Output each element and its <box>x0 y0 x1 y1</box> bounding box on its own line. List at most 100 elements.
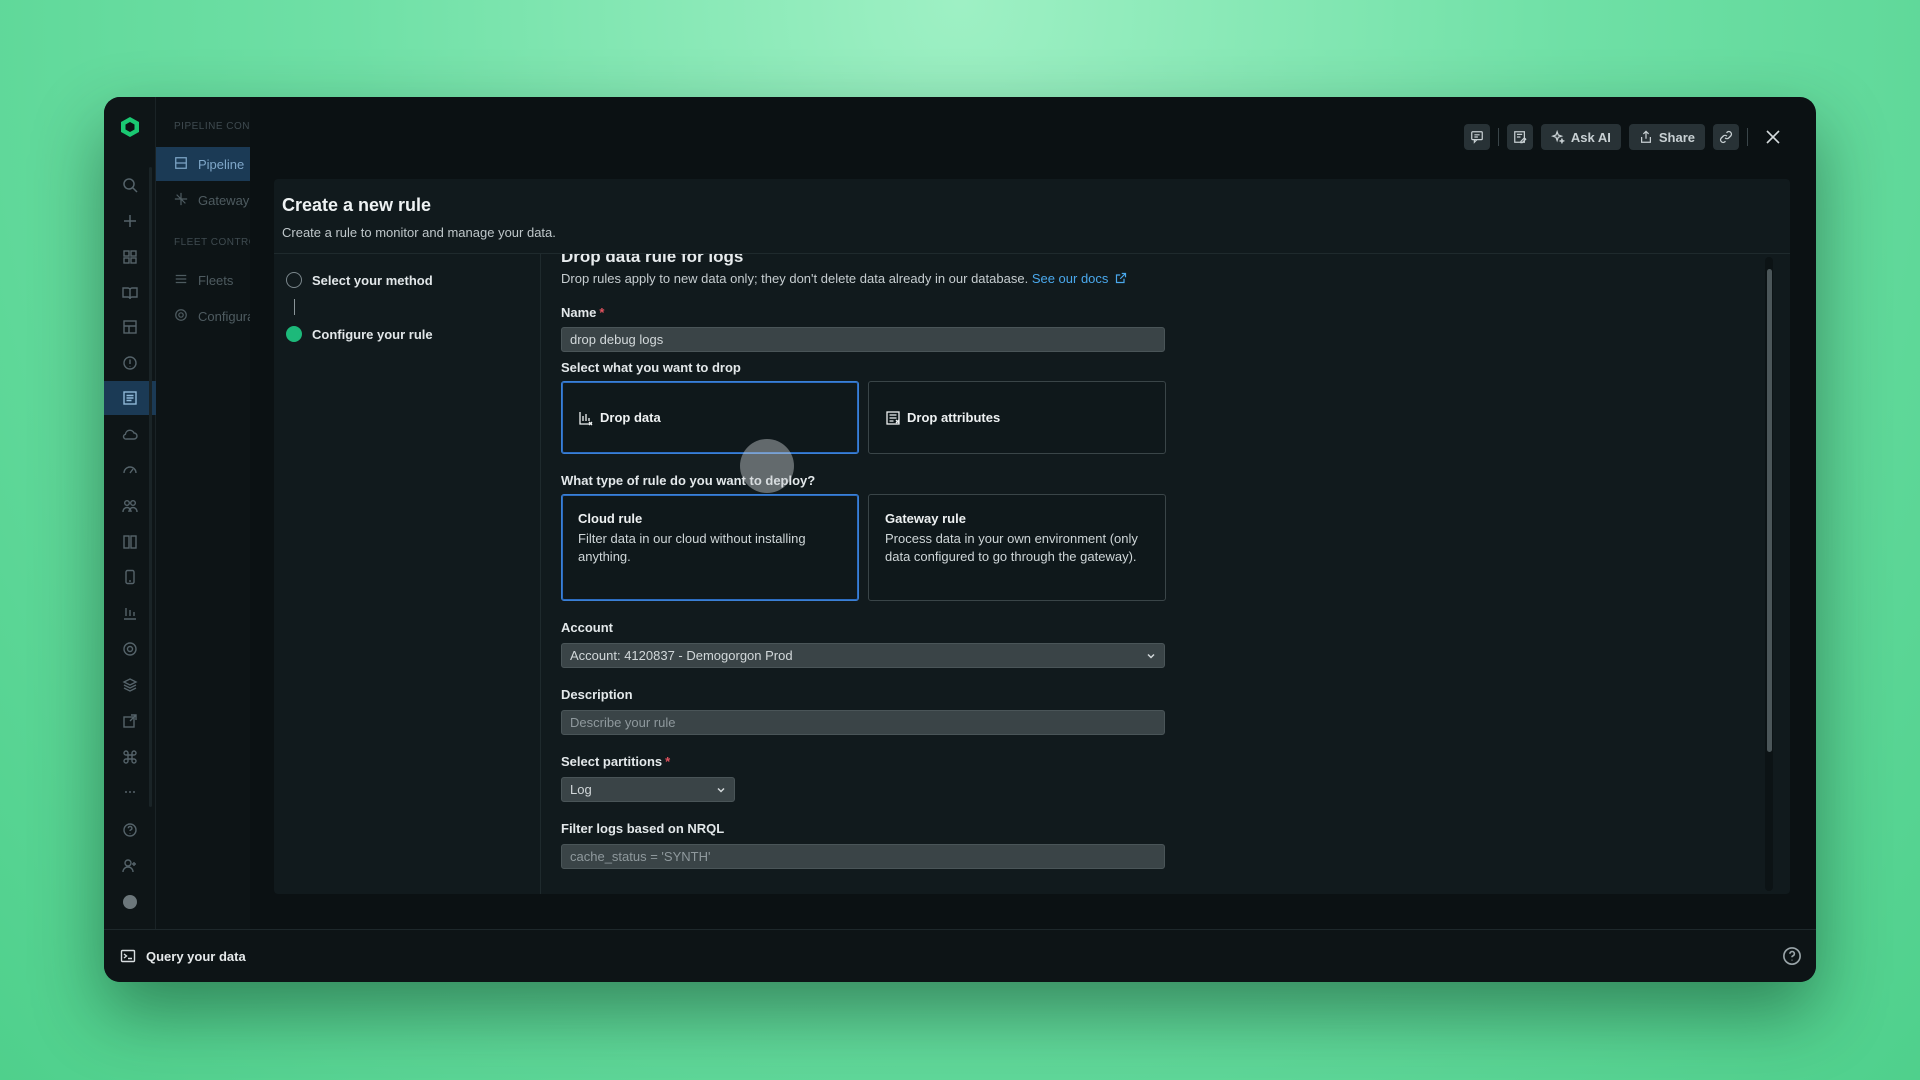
page-title: Create a new rule <box>282 195 432 215</box>
avatar-icon[interactable] <box>120 892 140 912</box>
cloud-rule-card[interactable]: Cloud rule Filter data in our cloud with… <box>561 494 859 601</box>
command-icon[interactable] <box>120 747 140 767</box>
gateway-rule-description: Process data in your own environment (on… <box>885 531 1138 564</box>
form-description-text: Drop rules apply to new data only; they … <box>561 271 1029 286</box>
ask-ai-button[interactable]: Ask AI <box>1540 124 1621 150</box>
page-subtitle: Create a rule to monitor and manage your… <box>282 225 556 240</box>
nav-item-gateway-label: Gateway <box>198 192 250 208</box>
nav-item-fleets[interactable]: Fleets <box>156 263 250 297</box>
description-label: Description <box>561 687 633 702</box>
required-marker: * <box>599 305 605 320</box>
nav-section-fleet: FLEET CONTROL <box>174 237 250 248</box>
nav-item-gateway[interactable]: Gateway <box>156 183 250 217</box>
gateway-icon <box>174 192 188 209</box>
drop-attributes-label: Drop attributes <box>907 410 1001 425</box>
help-icon[interactable] <box>1782 946 1802 966</box>
people-icon[interactable] <box>120 496 140 516</box>
ask-ai-label: Ask AI <box>1570 129 1611 145</box>
drop-attributes-icon <box>886 410 900 425</box>
add-user-icon[interactable] <box>120 856 140 876</box>
description-input[interactable]: Describe your rule <box>561 710 1165 735</box>
external-link-icon <box>1115 272 1127 284</box>
copy-link-button[interactable] <box>1713 124 1739 150</box>
terminal-icon <box>120 949 136 963</box>
step-configure-rule[interactable]: Configure your rule <box>286 326 433 342</box>
share-button[interactable]: Share <box>1628 124 1705 150</box>
account-label: Account <box>561 620 613 635</box>
nav-item-fleets-label: Fleets <box>198 272 234 288</box>
drop-options: Drop data Drop attributes <box>561 381 1171 455</box>
search-icon[interactable] <box>120 175 140 195</box>
help-icon[interactable] <box>120 820 140 840</box>
mobile-icon[interactable] <box>120 567 140 587</box>
form-scrollbar-thumb[interactable] <box>1767 269 1772 752</box>
step-pending-icon <box>286 272 302 288</box>
partitions-label-text: Select partitions <box>561 754 663 769</box>
columns-icon[interactable] <box>120 532 140 552</box>
step-configure-rule-label: Configure your rule <box>312 326 433 342</box>
create-rule-panel: Create a new rule Create a rule to monit… <box>274 179 1790 894</box>
steps-sidebar: Select your method Configure your rule <box>274 254 541 894</box>
rail-scrollbar[interactable] <box>149 167 152 807</box>
book-icon[interactable] <box>120 283 140 303</box>
toolbar-divider-2 <box>1747 128 1748 146</box>
docs-link[interactable]: See our docs <box>1032 271 1127 286</box>
link-icon <box>1719 130 1733 144</box>
rule-type-options: Cloud rule Filter data in our cloud with… <box>561 494 1171 602</box>
drop-attributes-card[interactable]: Drop attributes <box>868 381 1166 454</box>
export-icon[interactable] <box>120 711 140 731</box>
query-bar[interactable]: Query your data <box>104 929 1816 982</box>
gateway-rule-card[interactable]: Gateway rule Process data in your own en… <box>868 494 1166 601</box>
drop-data-icon <box>579 411 593 425</box>
partitions-select[interactable]: Log <box>561 777 735 802</box>
account-select-value: Account: 4120837 - Demogorgon Prod <box>570 648 793 663</box>
nav-item-config[interactable]: Configurations <box>156 299 250 333</box>
sparkle-icon <box>1550 130 1565 144</box>
nav-item-config-label: Configurations <box>198 308 250 324</box>
apps-icon[interactable] <box>120 247 140 267</box>
edit-doc-icon <box>1514 131 1527 144</box>
nav-item-pipeline[interactable]: Pipeline <box>156 147 250 181</box>
docs-link-label: See our docs <box>1031 271 1109 286</box>
icon-rail <box>104 97 156 929</box>
step-connector <box>294 299 295 315</box>
gateway-rule-title: Gateway rule <box>885 511 966 526</box>
form-heading: Drop data rule for logs <box>561 254 744 266</box>
form-scrollbar[interactable] <box>1765 257 1773 891</box>
name-label-text: Name <box>561 305 597 320</box>
partitions-select-value: Log <box>570 782 592 797</box>
name-input[interactable]: drop debug logs <box>561 327 1165 352</box>
nav-section-pipeline: PIPELINE CONTROL <box>174 121 250 132</box>
cloud-icon[interactable] <box>120 425 140 445</box>
query-bar-label: Query your data <box>146 948 246 964</box>
nrql-input[interactable]: cache_status = 'SYNTH' <box>561 844 1165 869</box>
drop-data-card[interactable]: Drop data <box>561 381 859 454</box>
pipeline-icon <box>174 156 188 173</box>
settings-icon[interactable] <box>120 639 140 659</box>
rule-form: Drop data rule for logs Drop rules apply… <box>561 254 1171 894</box>
account-select[interactable]: Account: 4120837 - Demogorgon Prod <box>561 643 1165 668</box>
plus-icon[interactable] <box>120 211 140 231</box>
close-icon <box>1766 130 1780 144</box>
drop-attributes-title: Drop attributes <box>885 410 1000 426</box>
drop-data-title: Drop data <box>578 410 661 426</box>
feedback-button[interactable] <box>1463 124 1490 150</box>
notes-button[interactable] <box>1506 124 1533 150</box>
new-relic-logo-icon[interactable] <box>118 115 142 139</box>
form-description: Drop rules apply to new data only; they … <box>561 271 1127 286</box>
cursor-highlight <box>740 439 794 493</box>
stack-icon[interactable] <box>120 603 140 623</box>
alert-icon[interactable] <box>120 353 140 373</box>
chevron-down-icon <box>1147 653 1155 659</box>
gauge-icon[interactable] <box>120 460 140 480</box>
close-button[interactable] <box>1760 124 1786 150</box>
drop-data-label: Drop data <box>600 410 661 425</box>
dashboard-icon[interactable] <box>120 317 140 337</box>
top-toolbar: Ask AI Share <box>1463 124 1786 150</box>
config-icon <box>174 308 188 325</box>
step-active-icon <box>286 326 302 342</box>
more-icon[interactable] <box>120 782 140 802</box>
required-marker: * <box>665 754 671 769</box>
step-select-method[interactable]: Select your method <box>286 272 433 288</box>
layers-icon[interactable] <box>120 675 140 695</box>
